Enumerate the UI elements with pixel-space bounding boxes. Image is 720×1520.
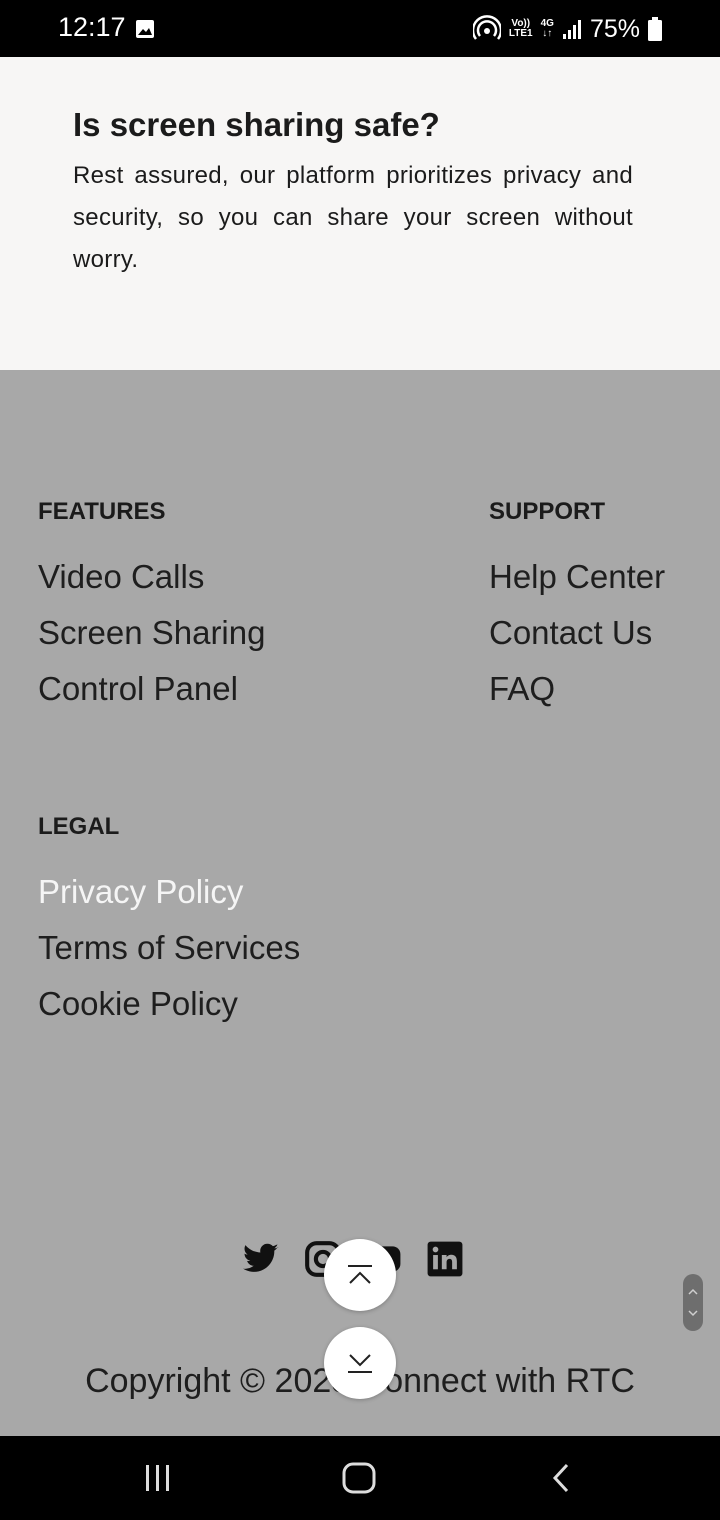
- volte-indicator: Vo)) LTE1: [508, 18, 533, 39]
- home-button[interactable]: [329, 1456, 389, 1500]
- hotspot-icon: [472, 15, 501, 40]
- link-contact-us[interactable]: Contact Us: [489, 605, 665, 661]
- legal-heading: LEGAL: [38, 813, 120, 840]
- signal-icon: [562, 20, 581, 39]
- footer-features-column: FEATURES Video Calls Screen Sharing Cont…: [38, 497, 265, 717]
- scroll-top-icon: [348, 1265, 372, 1284]
- status-icons: Vo)) LTE1 4G ↓↑ 75%: [472, 12, 662, 46]
- faq-question: Is screen sharing safe?: [73, 106, 440, 143]
- footer-support-column: SUPPORT Help Center Contact Us FAQ: [489, 497, 665, 717]
- home-icon: [342, 1462, 376, 1494]
- features-heading: FEATURES: [38, 498, 166, 525]
- faq-answer: Rest assured, our platform prioritizes p…: [73, 162, 633, 273]
- link-faq[interactable]: FAQ: [489, 661, 665, 717]
- link-terms-of-services[interactable]: Terms of Services: [38, 920, 300, 976]
- battery-percent: 75%: [589, 14, 640, 43]
- support-heading: SUPPORT: [489, 498, 606, 525]
- system-nav-bar: [0, 1436, 720, 1520]
- footer-legal-column: LEGAL Privacy Policy Terms of Services C…: [38, 812, 300, 1032]
- scroll-to-top-button[interactable]: [324, 1239, 396, 1311]
- link-screen-sharing[interactable]: Screen Sharing: [38, 605, 265, 661]
- chevron-up-down-icon: [688, 1288, 698, 1317]
- gallery-icon: [136, 20, 154, 38]
- link-video-calls[interactable]: Video Calls: [38, 549, 265, 605]
- twitter-icon[interactable]: [242, 1240, 280, 1278]
- status-time: 12:17: [58, 12, 126, 42]
- link-help-center[interactable]: Help Center: [489, 549, 665, 605]
- recent-apps-button[interactable]: [128, 1456, 188, 1500]
- scrollbar-handle[interactable]: [683, 1274, 703, 1331]
- recent-apps-icon: [146, 1465, 169, 1491]
- link-control-panel[interactable]: Control Panel: [38, 661, 265, 717]
- back-button[interactable]: [531, 1456, 591, 1500]
- linkedin-icon[interactable]: [426, 1240, 464, 1278]
- battery-icon: [648, 17, 662, 41]
- network-type: 4G ↓↑: [540, 18, 554, 39]
- link-privacy-policy[interactable]: Privacy Policy: [38, 864, 300, 920]
- link-cookie-policy[interactable]: Cookie Policy: [38, 976, 300, 1032]
- scroll-bottom-icon: [348, 1354, 372, 1373]
- status-bar: 12:17 Vo)) LTE1 4G ↓↑ 75%: [0, 0, 720, 57]
- faq-section: Is screen sharing safe? Rest assured, ou…: [0, 57, 720, 370]
- scroll-to-bottom-button[interactable]: [324, 1327, 396, 1399]
- back-icon: [552, 1463, 569, 1493]
